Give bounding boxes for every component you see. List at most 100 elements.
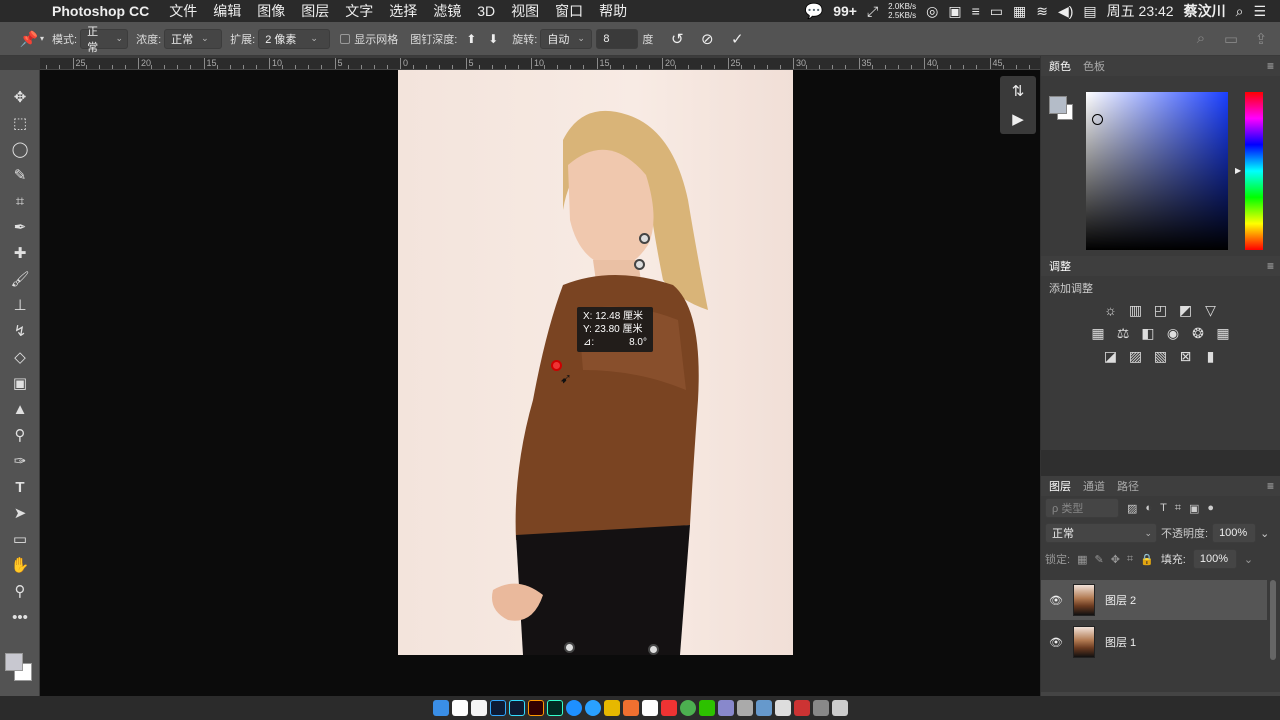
blend-mode-select[interactable]: 正常 ⌄ [1045, 523, 1157, 543]
pen-tool-icon[interactable]: ✑ [8, 450, 32, 472]
brightness-icon[interactable]: ☼ [1102, 302, 1120, 319]
calendar-icon[interactable] [451, 700, 468, 716]
actions-play-icon[interactable]: ▶ [1007, 108, 1029, 130]
filter-toggle-icon[interactable]: ● [1207, 502, 1214, 514]
lock-position-icon[interactable]: ✥ [1111, 553, 1120, 566]
channel-mixer-icon[interactable]: ❂ [1189, 325, 1207, 342]
volume-icon[interactable]: ◀) [1058, 3, 1073, 20]
zoom-tool-icon[interactable]: ⚲ [8, 580, 32, 602]
app-icon[interactable] [793, 700, 810, 716]
density-select[interactable]: 正常 ⌄ [164, 28, 223, 49]
brush-tool-icon[interactable]: 🖌 [8, 268, 32, 290]
notification-badge[interactable]: 99+ [833, 3, 857, 19]
threshold-icon[interactable]: ▧ [1152, 348, 1170, 365]
tab-channels[interactable]: 通道 [1083, 478, 1105, 494]
app-icon[interactable] [774, 700, 791, 716]
hue-saturation-icon[interactable]: ▦ [1089, 325, 1107, 342]
panel-menu-icon[interactable]: ≡ [1267, 259, 1274, 273]
layer-filter-select[interactable]: ρ 类型 [1045, 498, 1119, 518]
eyedropper-tool-icon[interactable]: ✒ [8, 216, 32, 238]
color-panel-fg-swatch[interactable] [1049, 96, 1067, 114]
filter-shape-icon[interactable]: ⌗ [1175, 502, 1181, 515]
lock-artboard-icon[interactable]: ⌗ [1127, 553, 1133, 566]
app-icon[interactable] [603, 700, 620, 716]
filter-adjust-icon[interactable]: ◐ [1145, 502, 1152, 514]
notes-icon[interactable] [470, 700, 487, 716]
layer-row[interactable]: 👁 图层 1 [1041, 622, 1267, 662]
chevron-down-icon[interactable]: ⌄ [1244, 553, 1253, 566]
lasso-tool-icon[interactable]: ◯ [8, 138, 32, 160]
puppet-pin[interactable] [648, 644, 659, 655]
lock-transparent-icon[interactable]: ▦ [1077, 553, 1087, 566]
marquee-tool-icon[interactable]: ⬚ [8, 112, 32, 134]
color-lookup-icon[interactable]: ▦ [1214, 325, 1232, 342]
tab-color[interactable]: 颜色 [1049, 58, 1071, 74]
notification-center-icon[interactable]: ☰ [1253, 3, 1266, 20]
menu-type[interactable]: 文字 [337, 1, 381, 21]
safari-icon[interactable] [584, 700, 601, 716]
tab-layers[interactable]: 图层 [1049, 478, 1071, 494]
color-balance-icon[interactable]: ⚖ [1114, 325, 1132, 342]
app-name[interactable]: Photoshop CC [30, 3, 161, 19]
eye-icon[interactable]: 👁 [1049, 636, 1063, 649]
crop-tool-icon[interactable]: ⌗ [8, 190, 32, 212]
curves-icon[interactable]: ◰ [1152, 302, 1170, 319]
display-icon[interactable]: ▭ [990, 3, 1003, 20]
pin-depth-up-icon[interactable]: ⬆ [460, 28, 482, 50]
finder-icon[interactable] [432, 700, 449, 716]
foreground-color-swatch[interactable] [5, 653, 23, 671]
vibrance-icon[interactable]: ▽ [1202, 302, 1220, 319]
app-icon[interactable] [660, 700, 677, 716]
gradient-map-icon[interactable]: ▮ [1202, 348, 1220, 365]
search-icon[interactable]: ⌕ [1190, 28, 1212, 50]
tool-preset-chevron-icon[interactable]: ▾ [40, 34, 44, 43]
dodge-tool-icon[interactable]: ⚲ [8, 424, 32, 446]
menu-window[interactable]: 窗口 [547, 1, 591, 21]
panel-menu-icon[interactable]: ≡ [1267, 59, 1274, 73]
color-field[interactable] [1086, 92, 1228, 250]
show-mesh-label[interactable]: 显示网格 [354, 31, 398, 47]
pin-depth-down-icon[interactable]: ⬇ [482, 28, 504, 50]
app-icon[interactable] [641, 700, 658, 716]
invert-icon[interactable]: ◪ [1102, 348, 1120, 365]
history-brush-tool-icon[interactable]: ↯ [8, 320, 32, 342]
resize-icon[interactable]: ⤢ [867, 3, 878, 20]
audition-icon[interactable] [546, 700, 563, 716]
wifi-icon[interactable]: ≋ [1036, 3, 1048, 20]
document-canvas[interactable] [398, 70, 793, 655]
layer-name[interactable]: 图层 1 [1105, 634, 1136, 650]
menu-extra-icon[interactable]: ≡ [972, 3, 980, 19]
layer-name[interactable]: 图层 2 [1105, 592, 1136, 608]
eye-icon[interactable]: 👁 [1049, 594, 1063, 607]
commit-check-icon[interactable]: ✓ [726, 28, 748, 50]
fill-input[interactable]: 100% [1192, 549, 1237, 569]
flag-icon[interactable]: ▤ [1083, 3, 1096, 20]
app-store-icon[interactable] [565, 700, 582, 716]
expand-select[interactable]: 2 像素 ⌄ [258, 28, 331, 49]
hue-slider-handle[interactable]: ▶ [1235, 166, 1241, 175]
eraser-tool-icon[interactable]: ◇ [8, 346, 32, 368]
posterize-icon[interactable]: ▨ [1127, 348, 1145, 365]
grid-icon[interactable]: ▦ [1013, 3, 1026, 20]
layer-row[interactable]: 👁 图层 2 [1041, 580, 1267, 620]
workspace-icon[interactable]: ▭ [1220, 28, 1242, 50]
selective-color-icon[interactable]: ⊠ [1177, 348, 1195, 365]
rotate-select[interactable]: 自动 ⌄ [540, 28, 593, 49]
filter-image-icon[interactable]: ▨ [1127, 502, 1137, 515]
gradient-tool-icon[interactable]: ▣ [8, 372, 32, 394]
menu-view[interactable]: 视图 [503, 1, 547, 21]
lock-all-icon[interactable]: 🔒 [1140, 553, 1154, 566]
chrome-icon[interactable] [679, 700, 696, 716]
clone-stamp-tool-icon[interactable]: ⊥ [8, 294, 32, 316]
panel-menu-icon[interactable]: ≡ [1267, 479, 1274, 493]
puppet-pin-icon[interactable]: 📌 [18, 28, 40, 50]
black-white-icon[interactable]: ◧ [1139, 325, 1157, 342]
puppet-pin[interactable] [639, 233, 650, 244]
angle-input[interactable]: 8 [596, 28, 639, 49]
undo-pins-icon[interactable]: ↺ [666, 28, 688, 50]
illustrator-icon[interactable] [527, 700, 544, 716]
photo-filter-icon[interactable]: ◉ [1164, 325, 1182, 342]
hand-tool-icon[interactable]: ✋ [8, 554, 32, 576]
rectangle-tool-icon[interactable]: ▭ [8, 528, 32, 550]
wechat-dock-icon[interactable] [698, 700, 715, 716]
